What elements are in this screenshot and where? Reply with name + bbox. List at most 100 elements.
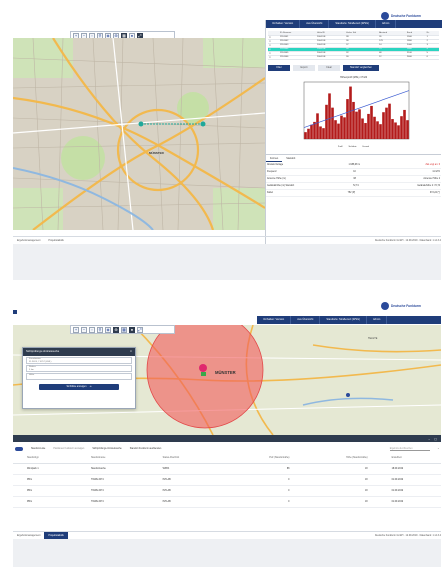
table-header-row: Standorttyp Standortname Status Abschnit… [13,454,441,464]
status-bar: Ergebnismanagement Projektstatistik Deut… [13,531,441,539]
form-extra: Geländehöhe 2: 72,74 [417,184,440,187]
table-row[interactable]: PRG TOWE 2074 INTLAB 0 18 01.09.2019 [13,485,441,497]
status-tab[interactable]: Ergebnismanagement [13,532,44,539]
radius-field[interactable]: Radius 5 km [26,365,132,372]
nav-item[interactable]: Vorhaben: Version [266,20,301,28]
zoom-out-icon[interactable]: − [81,326,87,333]
city-map[interactable]: MÜNSTER [13,38,265,230]
toggle-switch[interactable] [15,447,23,451]
layers-icon[interactable]: ◈ [105,326,111,333]
chart-bar [328,92,331,139]
table-cell: PRG [13,485,77,497]
status-tab[interactable]: Ergebnismanagement [13,237,44,244]
form-value[interactable]: 1.688,08 m [349,164,361,166]
nav-item[interactable]: Aus Übersicht [291,316,321,324]
coordinates-field[interactable]: Koordinaten 51.9624, 7.6257 (KML) [26,357,132,364]
status-tab[interactable]: Projektstatistik [44,531,68,539]
table-cell: Windpark 1 [13,463,77,475]
form-row: Frequenz 10 11 GHz [266,169,441,176]
chart-bar [352,101,355,139]
form-row: Antenne Höhe (m) 38 Antenne Höhe 2 [266,176,441,183]
form-value[interactable]: 752 (P) [348,192,356,194]
table-cell: TOWE 2074 [77,474,149,486]
measure-icon[interactable]: ⊕ [113,326,119,333]
toolbar-label[interactable]: Positionen Funkturm anzeigen [53,448,84,450]
nav-item[interactable]: Admin [367,316,388,324]
toolbar-label[interactable]: Sichtprüfungs-Umkreissuche [92,448,121,450]
minimize-icon[interactable]: − [428,437,430,441]
nav-item[interactable]: Admin [376,20,397,28]
chart-bar [316,112,319,139]
form-extra: 11 GHz [432,170,440,173]
chart-bar [322,127,325,139]
table-cell: INTLAB [148,485,225,497]
toolbar-label[interactable]: Standort-Liste [31,448,45,450]
form-value[interactable]: 10 [353,171,356,173]
maximize-icon[interactable]: ⤢ [137,326,143,333]
dialog-title: Sichtprüfungs-Umkreissuche [26,350,60,353]
column-header[interactable]: Erstellzeit [377,454,441,464]
target-icon[interactable]: ● [129,326,135,333]
nav-item[interactable]: Aus Übersicht [300,20,330,28]
chart-bar [385,107,388,139]
results-search-input[interactable]: Ergebnis durchsuchen [389,448,430,451]
show-sightline-button[interactable]: Sichtlinie anzeigen ➜ [39,384,119,390]
tab-formen[interactable]: Formen [266,155,283,162]
map-city-label: MÜNSTER [215,370,236,375]
column-header[interactable]: Standortname [77,454,149,464]
marker-icon[interactable]: ⚲ [97,326,103,333]
chart-bar [358,108,361,139]
export-button[interactable]: Export [293,64,315,71]
toolbar-label[interactable]: Standort Funkturm ausblenden [130,448,162,450]
brand-logo-icon [381,12,389,20]
table-cell: 18 [299,496,378,508]
column-header[interactable]: Status Abschnitt [148,454,225,464]
filter-button[interactable]: Filter [268,64,290,71]
chart-bar [355,111,358,139]
status-tab[interactable]: Projektstatistik [44,237,67,244]
column-header[interactable]: PLZ (Standortnähe) [224,454,300,464]
chart-bar [310,124,313,139]
chart-bar [337,123,340,139]
form-label: Antenne Höhe (m) [267,177,286,180]
nav-item[interactable]: Vorhaben: Version [257,316,292,324]
table-cell: 2116506 [279,55,316,60]
column-header[interactable]: Höhe (Standortnähe) [299,454,378,464]
table-cell: PRG [13,474,77,486]
city-map-graphic [13,38,265,230]
clear-button[interactable]: Clear [318,64,340,71]
column-header[interactable]: Standorttyp [13,454,77,464]
table-row[interactable]: Windpark 1 Standortsuche WPPA 88 18 18.09.201… [13,463,441,475]
chart-bar [379,123,382,139]
height-field[interactable]: Höhe [26,373,132,380]
chart-bar [367,113,370,139]
maximize-icon[interactable]: ▢ [434,437,437,441]
table-row[interactable]: ☐ 2116506 2004 DE 30 12 2600 6 [268,55,439,60]
form-extra: Ziel engt an: 6 [425,163,440,166]
chart-bar [346,98,349,139]
grid-icon[interactable]: ▦ [121,326,127,333]
close-icon[interactable]: ✕ [130,348,132,356]
form-value[interactable]: 38 [353,178,356,180]
compare-site-button[interactable]: Standort vergleichen [343,64,379,71]
table-row[interactable]: PRG TOWE 2074 INTLAB 0 18 01.09.2019 [13,474,441,486]
chart-bar [391,118,394,139]
brand-name: Deutsche Funkturm [391,304,421,308]
table-cell: 2600 [405,55,426,60]
table-cell: 01.09.2019 [377,474,441,486]
form-value[interactable]: 72,74 [353,185,359,187]
document-icon[interactable]: ▫ [89,326,95,333]
nav-item[interactable]: Standorte: Straßenort (WSG) [329,20,376,28]
table-row[interactable]: PRG TOWE 2074 INTLAB 0 18 01.09.2019 [13,496,441,508]
nav-item[interactable]: Standorte: Straßenort (WSG) [320,316,367,324]
search-icon[interactable]: ⌕ [438,448,439,450]
status-info: Deutsche Funkturm GmbH · 12.09.2019 · Da… [374,533,441,537]
zoom-in-icon[interactable]: + [73,326,79,333]
arrow-right-icon: ➜ [89,385,92,388]
chart-bar [370,105,373,139]
analysis-panel: Vorhaben: Version Aus Übersicht Standort… [265,20,442,260]
tab-standort[interactable]: Standort [282,155,299,162]
table-cell: INTLAB [148,496,225,508]
chart-bar [334,119,337,139]
top-navigation: Vorhaben: Version Aus Übersicht Standort… [266,20,442,28]
